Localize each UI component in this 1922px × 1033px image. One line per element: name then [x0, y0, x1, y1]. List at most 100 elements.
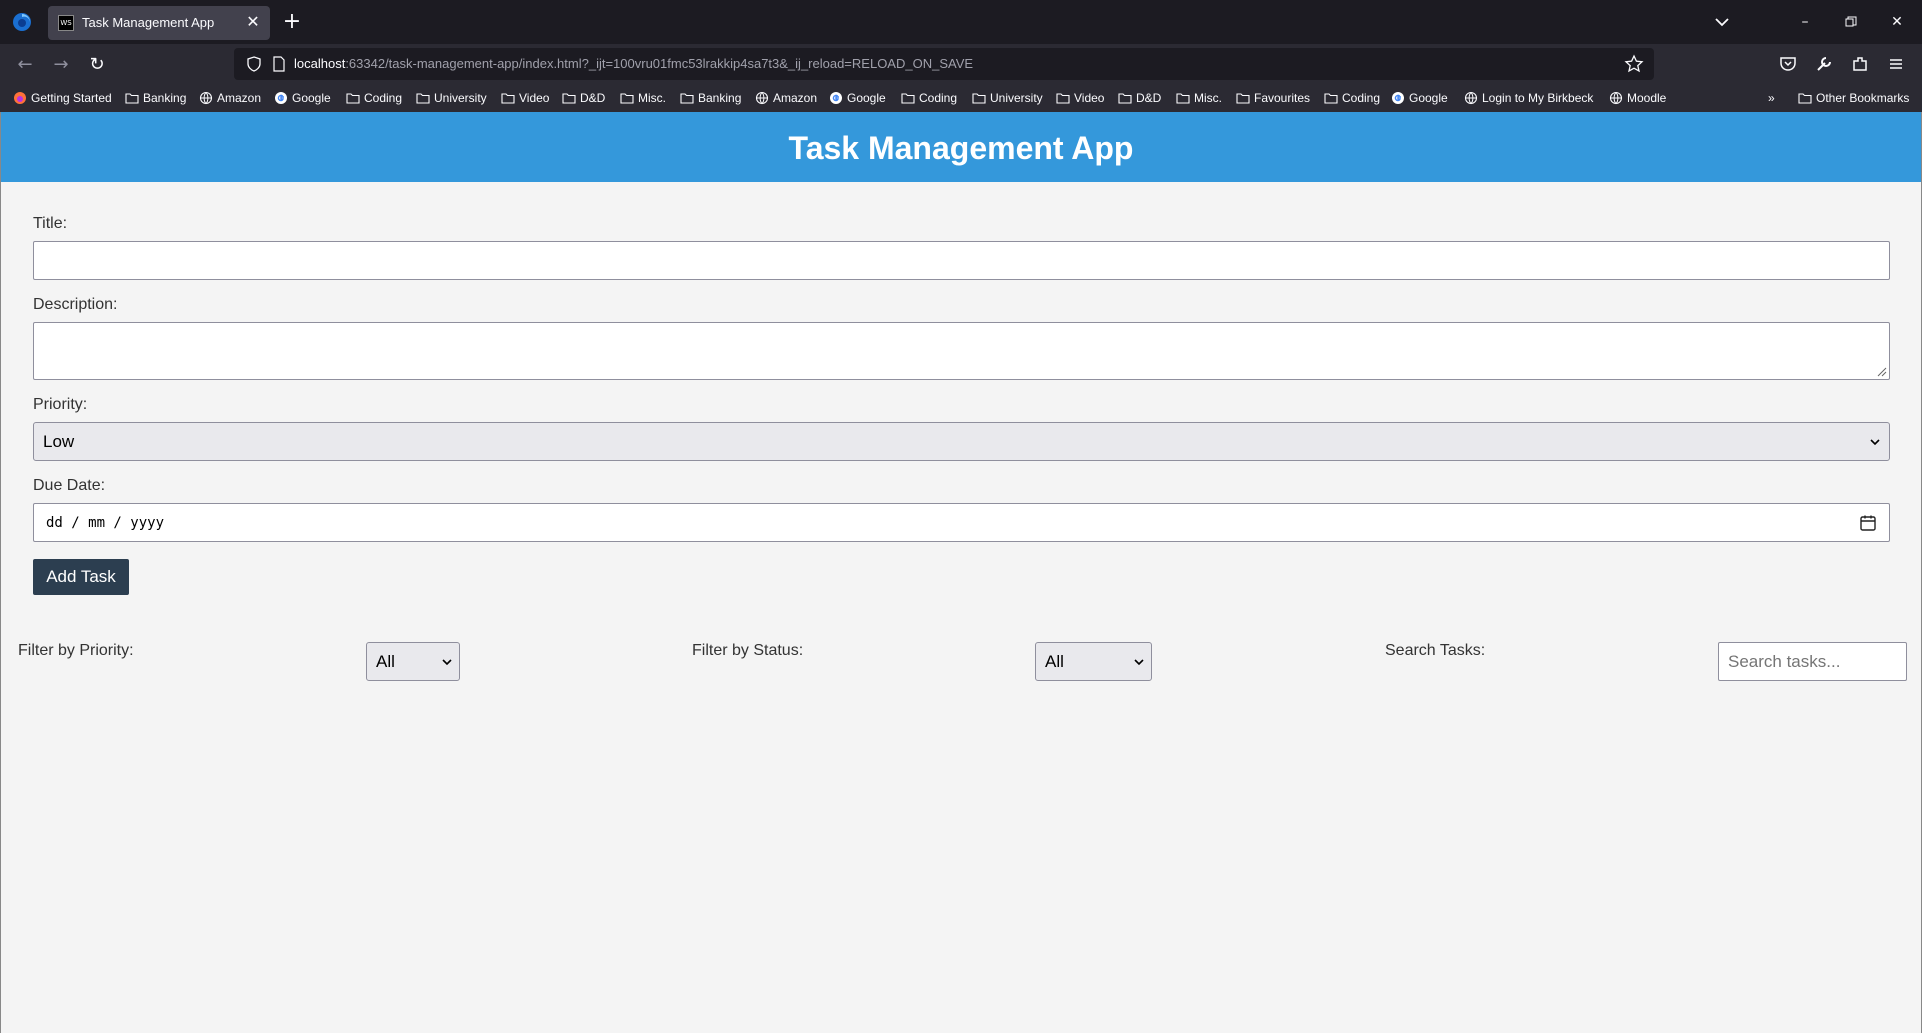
bookmark-item[interactable]: Coding [901, 90, 957, 106]
folder-icon [1056, 93, 1070, 104]
navigation-toolbar: ← → ↻ localhost:63342/task-management-ap… [0, 44, 1922, 84]
page-title: Task Management App [788, 130, 1134, 166]
folder-icon [416, 93, 430, 104]
url-host: localhost [294, 56, 346, 71]
folder-icon [1118, 93, 1132, 104]
bookmark-label: Coding [364, 91, 403, 105]
menu-icon[interactable] [1886, 54, 1906, 74]
bookmark-item[interactable]: Moodle [1609, 90, 1666, 106]
bookmarks-toolbar: Getting Started Banking Amazon Google Coding… [0, 84, 1922, 112]
close-tab-icon[interactable]: ✕ [244, 14, 262, 32]
pocket-icon[interactable] [1778, 54, 1798, 74]
url-text[interactable]: localhost:63342/task-management-app/inde… [294, 56, 973, 72]
bookmark-item[interactable]: D&D [1118, 90, 1161, 106]
bookmark-label: Google [1409, 91, 1448, 105]
chevron-down-icon [1870, 439, 1880, 446]
bookmark-item[interactable]: University [416, 90, 487, 106]
chevron-down-icon[interactable] [1710, 10, 1734, 34]
minimize-icon[interactable]: – [1792, 10, 1818, 34]
globe-icon [199, 91, 213, 105]
folder-icon [1176, 93, 1190, 104]
google-icon [830, 92, 842, 104]
bookmark-item[interactable]: Banking [680, 90, 741, 106]
bookmark-label: Google [292, 91, 331, 105]
bookmark-item[interactable]: Misc. [1176, 90, 1222, 106]
filter-status-label: Filter by Status: [692, 642, 804, 659]
chevron-down-icon [442, 659, 452, 666]
close-window-icon[interactable]: ✕ [1884, 10, 1910, 34]
filter-priority-select[interactable]: All [366, 642, 460, 681]
tab-task-management-app[interactable]: WS Task Management App ✕ [48, 6, 270, 40]
bookmark-label: Getting Started [31, 91, 112, 105]
resize-grip-icon[interactable] [1875, 365, 1887, 377]
title-label: Title: [33, 215, 68, 232]
filter-status-value: All [1045, 652, 1064, 671]
bookmark-item[interactable]: Getting Started [13, 90, 112, 106]
title-input[interactable] [33, 241, 1890, 280]
firefox-icon [14, 92, 26, 104]
restore-icon[interactable] [1838, 10, 1864, 34]
bookmark-label: Banking [143, 91, 187, 105]
bookmark-label: Misc. [1194, 91, 1222, 105]
bookmark-label: Amazon [773, 91, 818, 105]
bookmark-item[interactable]: Amazon [755, 90, 817, 106]
bookmark-item[interactable]: Favourites [1236, 90, 1310, 106]
priority-selected-value: Low [43, 432, 75, 451]
bookmark-item[interactable]: Google [274, 90, 331, 106]
folder-icon [1324, 93, 1338, 104]
due-date-input[interactable]: dd / mm / yyyy [33, 503, 1890, 542]
address-bar[interactable]: localhost:63342/task-management-app/inde… [234, 48, 1654, 80]
bookmark-label: Banking [698, 91, 742, 105]
priority-label: Priority: [33, 396, 88, 413]
page-icon[interactable] [272, 56, 286, 72]
calendar-icon[interactable] [1859, 514, 1877, 532]
globe-icon [755, 91, 769, 105]
reload-icon[interactable]: ↻ [84, 52, 110, 78]
search-tasks-label: Search Tasks: [1385, 642, 1486, 659]
description-textarea[interactable] [33, 322, 1890, 380]
bookmark-item[interactable]: Google [1391, 90, 1448, 106]
bookmarks-overflow-icon[interactable]: » [1768, 90, 1775, 106]
bookmark-item[interactable]: University [972, 90, 1043, 106]
priority-select[interactable]: Low [33, 422, 1890, 461]
folder-icon [125, 93, 139, 104]
tab-bar: WS Task Management App ✕ + – ✕ [0, 0, 1922, 44]
folder-icon [901, 93, 915, 104]
bookmark-item[interactable]: Google [829, 90, 886, 106]
filter-status-select[interactable]: All [1035, 642, 1152, 681]
bookmark-item[interactable]: Video [1056, 90, 1104, 106]
description-label: Description: [33, 296, 118, 313]
other-bookmarks-label: Other Bookmarks [1816, 91, 1910, 105]
wrench-icon[interactable] [1814, 54, 1834, 74]
bookmark-item[interactable]: Video [501, 90, 549, 106]
bookmark-item[interactable]: Coding [1324, 90, 1380, 106]
bookmark-item[interactable]: Misc. [620, 90, 666, 106]
bookmark-label: University [434, 91, 487, 105]
folder-icon [620, 93, 634, 104]
search-input[interactable]: Search tasks... [1718, 642, 1907, 681]
bookmark-label: Video [1074, 91, 1105, 105]
webstorm-icon: WS [58, 15, 74, 31]
other-bookmarks[interactable]: Other Bookmarks [1798, 90, 1909, 106]
new-tab-icon[interactable]: + [280, 10, 304, 34]
bookmark-item[interactable]: Login to My Birkbeck [1464, 90, 1593, 106]
bookmark-label: D&D [1136, 91, 1162, 105]
folder-icon [1236, 93, 1250, 104]
forward-arrow-icon[interactable]: → [48, 52, 74, 78]
bookmark-label: Coding [919, 91, 958, 105]
bookmark-item[interactable]: Coding [346, 90, 402, 106]
bookmark-star-icon[interactable] [1624, 54, 1644, 74]
extensions-icon[interactable] [1850, 54, 1870, 74]
bookmark-item[interactable]: Amazon [199, 90, 261, 106]
search-placeholder: Search tasks... [1728, 652, 1841, 671]
shield-icon[interactable] [246, 56, 262, 72]
bookmark-label: Coding [1342, 91, 1381, 105]
globe-icon [1464, 91, 1478, 105]
firefox-icon[interactable] [12, 12, 32, 32]
add-task-button[interactable]: Add Task [33, 559, 129, 595]
folder-icon [346, 93, 360, 104]
filter-priority-label: Filter by Priority: [18, 642, 134, 659]
bookmark-item[interactable]: Banking [125, 90, 186, 106]
back-arrow-icon[interactable]: ← [12, 52, 38, 78]
bookmark-item[interactable]: D&D [562, 90, 605, 106]
